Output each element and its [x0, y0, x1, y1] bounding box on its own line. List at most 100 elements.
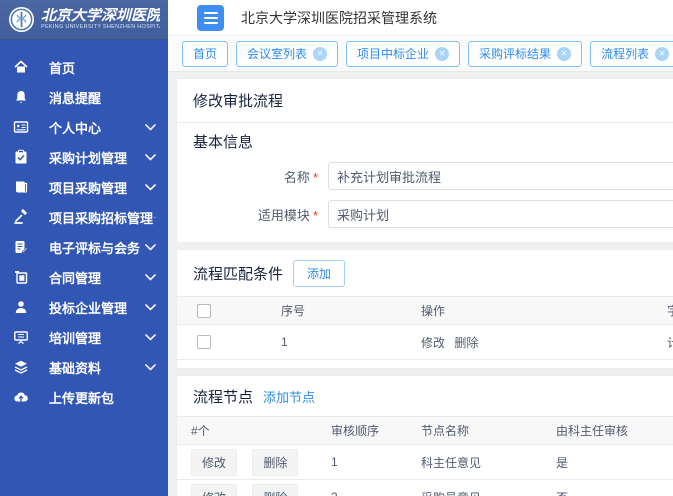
basic-info-title: 基本信息 — [193, 131, 673, 152]
sidebar-item-home[interactable]: 首页 — [0, 52, 168, 82]
sidebar-item-contract[interactable]: 合同管理 — [0, 262, 168, 292]
tab-meeting-room-list[interactable]: 会议室列表 — [236, 41, 338, 67]
chevron-down-icon — [145, 184, 156, 191]
menu-toggle-button[interactable] — [197, 5, 224, 31]
app-window: 北京大学深圳医院 PEKING UNIVERSITY SHENZHEN HOSP… — [0, 0, 673, 496]
sidebar-item-label: 电子评标与会务 — [49, 238, 140, 257]
edit-node-button[interactable]: 修改 — [191, 484, 237, 496]
tab-winning-bidders[interactable]: 项目中标企业 — [346, 41, 460, 67]
chevron-down-icon — [145, 274, 156, 281]
layers-icon — [12, 359, 29, 376]
tab-label: 流程列表 — [601, 45, 649, 62]
delete-action[interactable]: 删除 — [454, 336, 478, 350]
sidebar-menu: 首页 消息提醒 个人中心 采购计划管理 — [0, 40, 168, 412]
partial-column-header: 字 — [651, 297, 673, 325]
bell-icon — [12, 89, 29, 106]
close-icon[interactable] — [557, 47, 571, 61]
sidebar-item-training[interactable]: 培训管理 — [0, 322, 168, 352]
process-nodes-card: 流程节点 添加节点 #个 审核顺序 节点名称 由科主任审核 — [176, 375, 673, 496]
tab-evaluation-results[interactable]: 采购评标结果 — [468, 41, 582, 67]
add-condition-button[interactable]: 添加 — [293, 260, 345, 287]
gavel-icon — [12, 209, 29, 226]
close-icon[interactable] — [313, 47, 327, 61]
chevron-down-icon — [145, 154, 156, 161]
chevron-down-icon — [153, 214, 156, 221]
module-field-row: 适用模块* — [193, 200, 673, 228]
chevron-down-icon — [145, 124, 156, 131]
close-icon[interactable] — [435, 47, 449, 61]
module-label: 适用模块 — [258, 208, 310, 223]
name-field-row: 名称* — [193, 162, 673, 190]
chevron-down-icon — [145, 364, 156, 371]
match-conditions-title: 流程匹配条件 — [193, 263, 283, 284]
sidebar-item-upload-package[interactable]: 上传更新包 — [0, 382, 168, 412]
node-director: 是 — [540, 445, 673, 480]
name-input[interactable] — [328, 162, 673, 190]
column-header-action: 操作 — [405, 297, 651, 325]
add-node-link[interactable]: 添加节点 — [263, 387, 315, 406]
edit-action[interactable]: 修改 — [421, 336, 445, 350]
column-header-order: 审核顺序 — [315, 417, 405, 445]
sidebar-item-label: 项目采购管理 — [49, 178, 127, 197]
sidebar-item-label: 合同管理 — [49, 268, 101, 287]
chevron-down-icon — [145, 244, 156, 251]
sidebar-item-personal-center[interactable]: 个人中心 — [0, 112, 168, 142]
sidebar-item-label: 采购计划管理 — [49, 148, 127, 167]
main-content: 修改审批流程 基本信息 名称* 适用模块* 流程匹配条件 — [168, 72, 673, 496]
column-header-name: 节点名称 — [405, 417, 540, 445]
tab-label: 会议室列表 — [247, 45, 307, 62]
select-all-checkbox[interactable] — [197, 304, 211, 318]
sidebar-item-bidder-management[interactable]: 投标企业管理 — [0, 292, 168, 322]
sidebar-item-label: 上传更新包 — [49, 388, 114, 407]
cloud-upload-icon — [12, 389, 29, 406]
sidebar-item-label: 项目采购招标管理 — [49, 208, 153, 227]
hospital-name-en: PEKING UNIVERSITY SHENZHEN HOSPITAL — [41, 24, 150, 30]
tab-label: 项目中标企业 — [357, 45, 429, 62]
contract-icon — [12, 269, 29, 286]
sidebar-item-label: 个人中心 — [49, 118, 101, 137]
node-director: 否 — [540, 480, 673, 496]
column-header-actions: #个 — [177, 417, 315, 445]
presentation-icon — [12, 329, 29, 346]
sidebar-item-e-evaluation[interactable]: 电子评标与会务 — [0, 232, 168, 262]
delete-node-button[interactable]: 删除 — [252, 449, 298, 476]
top-header: 北京大学深圳医院招采管理系统 — [168, 0, 673, 36]
sidebar-item-project-bidding[interactable]: 项目采购招标管理 — [0, 202, 168, 232]
tab-label: 采购评标结果 — [479, 45, 551, 62]
tab-process-list[interactable]: 流程列表 — [590, 41, 673, 67]
sidebar-item-project-procurement[interactable]: 项目采购管理 — [0, 172, 168, 202]
user-icon — [12, 299, 29, 316]
book-icon — [12, 179, 29, 196]
required-asterisk: * — [313, 208, 318, 223]
table-row: 1 修改 删除 计 — [177, 325, 673, 360]
hospital-logo-icon — [8, 6, 35, 33]
row-index: 1 — [265, 325, 405, 360]
table-row: 修改 删除 2 采购员意见 否 — [177, 480, 673, 496]
row-checkbox[interactable] — [197, 335, 211, 349]
sidebar-item-label: 培训管理 — [49, 328, 101, 347]
tab-home[interactable]: 首页 — [182, 41, 228, 67]
tab-label: 首页 — [193, 45, 217, 62]
home-icon — [12, 59, 29, 76]
tab-bar: 首页 会议室列表 项目中标企业 采购评标结果 流程列表 流程 — [168, 36, 673, 72]
sidebar-item-label: 基础资料 — [49, 358, 101, 377]
sidebar-item-procurement-plan[interactable]: 采购计划管理 — [0, 142, 168, 172]
edit-process-card: 修改审批流程 基本信息 名称* 适用模块* — [176, 78, 673, 243]
delete-node-button[interactable]: 删除 — [252, 484, 298, 496]
hospital-name: 北京大学深圳医院 — [41, 8, 160, 24]
sidebar-item-label: 首页 — [49, 58, 75, 77]
module-input[interactable] — [328, 200, 673, 228]
node-name: 采购员意见 — [405, 480, 540, 496]
process-nodes-table: #个 审核顺序 节点名称 由科主任审核 修改 删除 1 — [177, 416, 673, 496]
match-conditions-table: 序号 操作 字 1 修改 删除 — [177, 296, 673, 360]
match-conditions-card: 流程匹配条件 添加 序号 操作 字 — [176, 249, 673, 369]
edit-node-button[interactable]: 修改 — [191, 449, 237, 476]
sidebar-item-base-data[interactable]: 基础资料 — [0, 352, 168, 382]
page-title: 修改审批流程 — [177, 79, 673, 123]
id-card-icon — [12, 119, 29, 136]
close-icon[interactable] — [655, 47, 669, 61]
app-title: 北京大学深圳医院招采管理系统 — [241, 8, 437, 28]
name-label: 名称 — [284, 170, 310, 185]
edit-doc-icon — [12, 239, 29, 256]
sidebar-item-notifications[interactable]: 消息提醒 — [0, 82, 168, 112]
